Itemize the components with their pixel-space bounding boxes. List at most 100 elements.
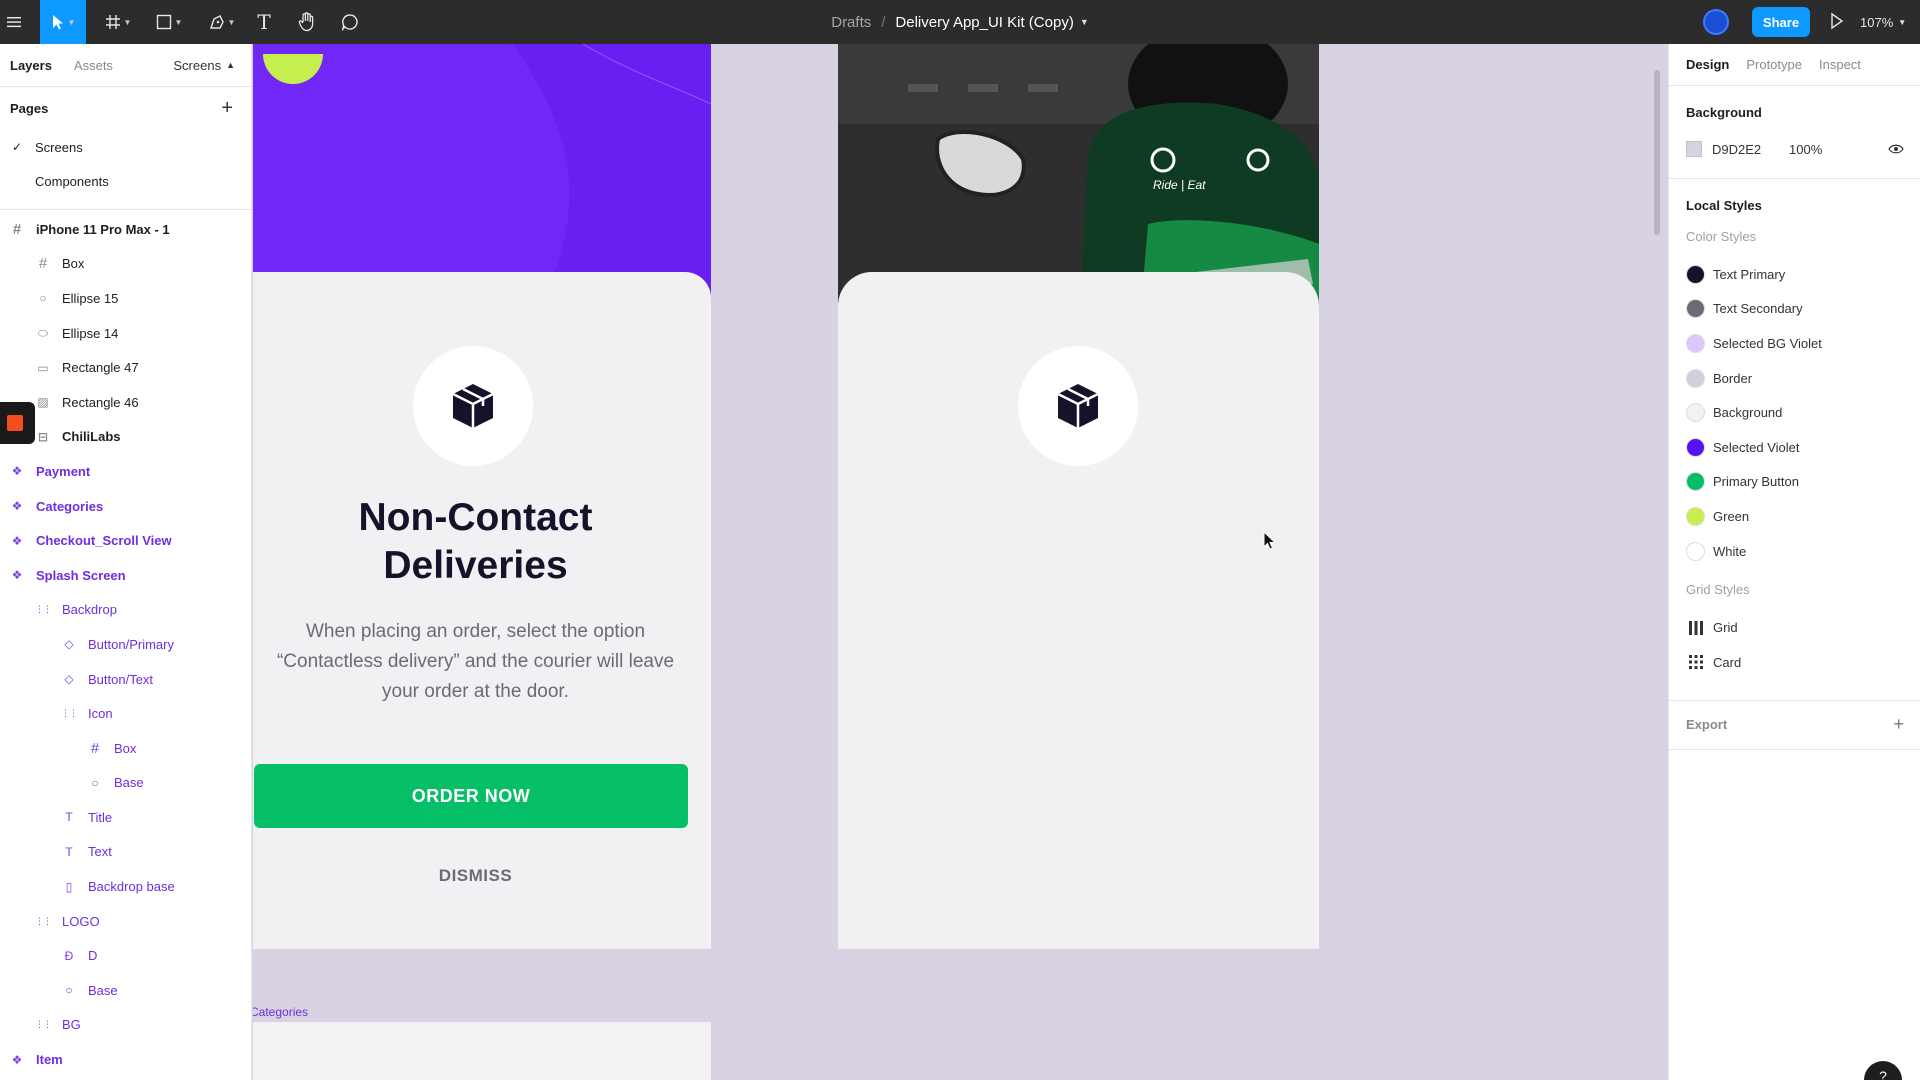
background-opacity[interactable]: 100% [1789, 142, 1822, 157]
present-play-icon[interactable] [1830, 12, 1846, 32]
color-style-row[interactable]: Text Primary [1669, 257, 1920, 292]
layer-item[interactable]: ❖ Payment [0, 454, 251, 489]
text-line: your order at the door. [382, 681, 569, 702]
vector-icon: Ɖ [64, 948, 74, 963]
ellipse-flat-icon: ⬭ [37, 325, 49, 340]
layer-item[interactable]: # Box [0, 247, 251, 282]
color-style-row[interactable]: Background [1669, 395, 1920, 430]
layer-item[interactable]: ○ Base [0, 973, 251, 1008]
image-icon: ▨ [37, 395, 49, 410]
splash-screen-frame[interactable]: Non-Contact Deliveries When placing an o… [253, 44, 711, 949]
chevron-down-icon: ▼ [1898, 17, 1907, 27]
page-selector[interactable]: Screens ▲ [173, 44, 235, 86]
ellipse-icon: ○ [39, 291, 47, 306]
layer-item[interactable]: ○ Base [0, 766, 251, 801]
categories-frame[interactable] [253, 1022, 711, 1080]
add-page-icon[interactable]: + [221, 97, 233, 120]
grid-styles-list: Grid Card [1669, 610, 1920, 679]
layer-item[interactable]: # iPhone 11 Pro Max - 1 [0, 212, 251, 247]
layer-item[interactable]: ○ Ellipse 15 [0, 281, 251, 316]
text-line: “Contactless delivery” and the courier w… [276, 651, 675, 672]
layer-item[interactable]: ❖ Splash Screen [0, 558, 251, 593]
tab-layers[interactable]: Layers [10, 58, 52, 73]
local-styles-title: Local Styles [1686, 197, 1762, 213]
layer-item[interactable]: T Text [0, 835, 251, 870]
breadcrumb-separator: / [881, 13, 886, 31]
color-style-row[interactable]: Primary Button [1669, 465, 1920, 500]
page-item[interactable]: Components [0, 165, 251, 200]
breadcrumb-drafts[interactable]: Drafts [831, 14, 871, 31]
dismiss-button[interactable]: DISMISS [253, 866, 698, 886]
page-item[interactable]: ✓ Screens [0, 130, 251, 165]
text-icon: T [65, 810, 73, 825]
canvas-scrollbar[interactable] [1654, 70, 1660, 235]
box-icon [1057, 384, 1099, 428]
categories-frame-label[interactable]: Categories [253, 1005, 308, 1019]
layer-item[interactable]: # Box [0, 731, 251, 766]
layer-item-label: Box [114, 740, 137, 756]
share-button[interactable]: Share [1752, 7, 1810, 37]
layer-item[interactable]: ⋮⋮ Icon [0, 696, 251, 731]
grid-style-row[interactable]: Grid [1669, 610, 1920, 645]
color-swatch [1686, 264, 1705, 284]
zoom-value: 107% [1860, 14, 1894, 30]
layers-list: # iPhone 11 Pro Max - 1 # Box ○ Ellipse 15 ⬭ El… [0, 210, 251, 1077]
layer-item[interactable]: ⬭ Ellipse 14 [0, 316, 251, 351]
layer-item[interactable]: ◇ Button/Primary [0, 627, 251, 662]
layer-item-label: Box [62, 256, 85, 272]
tab-design[interactable]: Design [1686, 57, 1729, 72]
color-swatch [1686, 299, 1705, 319]
color-style-row[interactable]: White [1669, 534, 1920, 569]
background-hex[interactable]: D9D2E2 [1712, 142, 1789, 157]
tab-assets[interactable]: Assets [74, 58, 113, 73]
layer-item[interactable]: ⋮⋮ BG [0, 1008, 251, 1043]
layer-item[interactable]: ❖ Item [0, 1042, 251, 1077]
layer-item-label: Ellipse 14 [62, 325, 119, 341]
layer-item[interactable]: ◇ Button/Text [0, 662, 251, 697]
chevron-up-icon: ▲ [226, 60, 235, 70]
pages-header: Pages + [0, 86, 251, 130]
export-section: Export + [1669, 705, 1920, 745]
file-name[interactable]: Delivery App_UI Kit (Copy) [895, 14, 1073, 31]
layer-item[interactable]: ⊟ ChiliLabs [0, 420, 251, 455]
layer-item[interactable]: ƉD [0, 938, 251, 973]
layer-item[interactable]: T Title [0, 800, 251, 835]
box-icon [452, 384, 494, 428]
add-export-icon[interactable]: + [1893, 714, 1904, 735]
layer-item[interactable]: ❖ Checkout_Scroll View [0, 523, 251, 558]
iphone-frame[interactable]: Ride | Eat [838, 44, 1319, 949]
layer-item[interactable]: ▨ Rectangle 46 [0, 385, 251, 420]
order-now-button[interactable]: ORDER NOW [254, 764, 688, 828]
breadcrumb: Drafts / Delivery App_UI Kit (Copy) ▼ [0, 0, 1920, 44]
color-style-name: Text Secondary [1713, 301, 1803, 317]
layer-item-label: Item [36, 1052, 63, 1068]
background-fill-row[interactable]: D9D2E2 100% [1669, 132, 1920, 166]
color-style-row[interactable]: Selected Violet [1669, 430, 1920, 465]
layer-item[interactable]: ⋮⋮ Backdrop [0, 593, 251, 628]
color-style-row[interactable]: Text Secondary [1669, 292, 1920, 327]
color-style-row[interactable]: Selected BG Violet [1669, 326, 1920, 361]
color-style-name: White [1713, 543, 1747, 559]
chevron-down-icon[interactable]: ▼ [1080, 17, 1089, 27]
eye-icon[interactable] [1888, 141, 1904, 157]
pages-list: ✓ Screens Components [0, 130, 251, 199]
avatar[interactable] [1703, 9, 1729, 35]
color-style-row[interactable]: Border [1669, 361, 1920, 396]
layer-item[interactable]: ❖ Categories [0, 489, 251, 524]
layer-item[interactable]: ▭ Rectangle 47 [0, 350, 251, 385]
plugin-indicator[interactable] [0, 402, 35, 444]
layer-item-label: Checkout_Scroll View [36, 533, 172, 549]
background-swatch[interactable] [1686, 141, 1702, 157]
autolayout-icon: ⋮⋮ [35, 1019, 52, 1030]
icon-base [1018, 346, 1138, 466]
grid-style-row[interactable]: Card [1669, 645, 1920, 680]
title-line: Deliveries [383, 544, 568, 587]
layer-item[interactable]: ▯ Backdrop base [0, 869, 251, 904]
columns-grid-icon [1686, 618, 1705, 637]
color-style-row[interactable]: Green [1669, 499, 1920, 534]
layer-item[interactable]: ⋮⋮ LOGO [0, 904, 251, 939]
design-canvas[interactable]: Non-Contact Deliveries When placing an o… [253, 44, 1668, 1080]
tab-inspect[interactable]: Inspect [1819, 57, 1861, 72]
zoom-dropdown[interactable]: 107% ▼ [1860, 0, 1906, 44]
tab-prototype[interactable]: Prototype [1746, 57, 1802, 72]
